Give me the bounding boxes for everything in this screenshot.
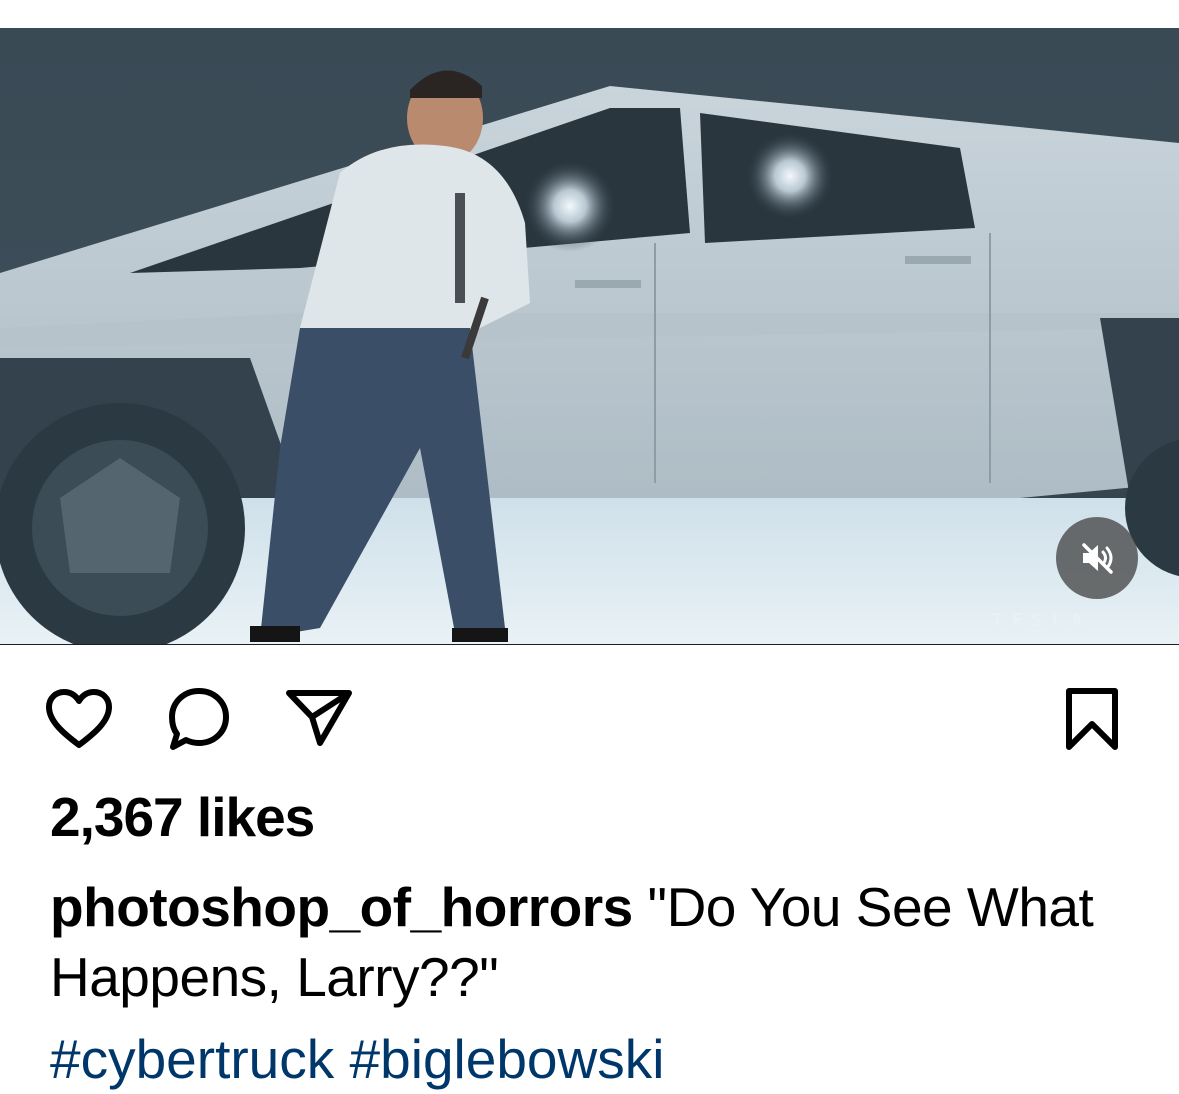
- speaker-muted-icon: [1082, 543, 1113, 574]
- caption-username[interactable]: photoshop_of_horrors: [50, 876, 633, 938]
- post-media[interactable]: TESLA: [0, 28, 1179, 645]
- like-button[interactable]: [40, 684, 118, 754]
- tesla-watermark: TESLA: [992, 610, 1092, 631]
- post-image: [0, 28, 1179, 645]
- action-bar: [0, 670, 1179, 760]
- speech-bubble-icon: [169, 688, 229, 750]
- hashtag-link[interactable]: #cybertruck: [50, 1028, 334, 1090]
- likes-count[interactable]: 2,367 likes: [50, 790, 315, 845]
- share-button[interactable]: [280, 682, 358, 752]
- heart-outline-icon: [46, 689, 112, 748]
- paper-plane-icon: [286, 690, 352, 746]
- media-divider: [0, 644, 1179, 645]
- caption-hashtags: #cybertruck #biglebowski: [50, 1024, 664, 1094]
- mute-button[interactable]: [1056, 517, 1138, 599]
- hashtag-link[interactable]: #biglebowski: [350, 1028, 665, 1090]
- comment-button[interactable]: [160, 682, 238, 756]
- bookmark-outline-icon: [1066, 688, 1118, 750]
- save-button[interactable]: [1056, 682, 1128, 756]
- post-caption: photoshop_of_horrors "Do You See What Ha…: [50, 872, 1140, 1012]
